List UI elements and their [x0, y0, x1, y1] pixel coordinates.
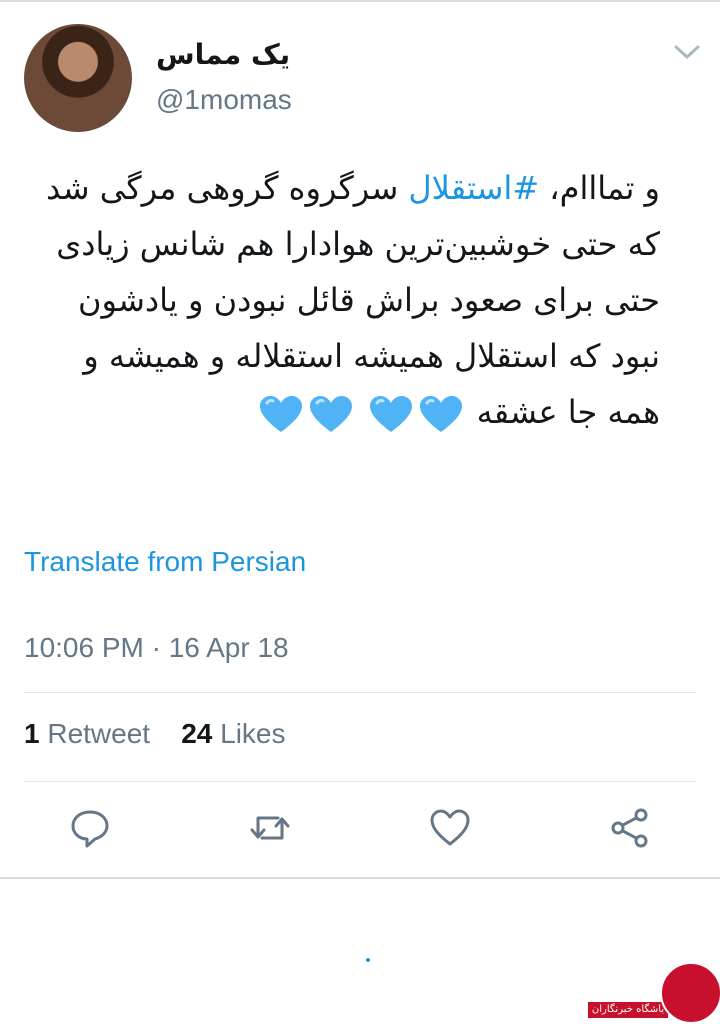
like-icon[interactable] — [428, 806, 472, 850]
display-name[interactable]: یک مماس — [156, 38, 290, 71]
retweet-count: 1 — [24, 718, 40, 749]
likes-count: 24 — [181, 718, 213, 749]
blue-heart-icon — [260, 396, 303, 432]
blue-heart-icon — [310, 396, 353, 432]
retweet-label: Retweet — [47, 718, 151, 749]
watermark-label: باشگاه خبرنگاران — [588, 1002, 668, 1018]
retweet-icon[interactable] — [248, 806, 292, 850]
likes-stat[interactable]: 24 Likes — [181, 718, 285, 749]
tweet-text: و تمااام، #استقلال سرگروه گروهی مرگی شد … — [24, 160, 660, 440]
translate-link[interactable]: Translate from Persian — [24, 546, 306, 578]
tweet-text-prefix: و تمااام، — [539, 169, 660, 207]
tweet-text-body: سرگروه گروهی مرگی شد که حتی خوشبین‌ترین … — [45, 169, 660, 431]
blue-heart-icon — [370, 396, 413, 432]
reply-icon[interactable] — [68, 806, 112, 850]
chevron-down-icon[interactable] — [672, 40, 702, 64]
likes-label: Likes — [220, 718, 286, 749]
divider — [24, 692, 696, 693]
share-icon[interactable] — [608, 806, 652, 850]
loading-dot — [366, 958, 370, 962]
blue-heart-icon — [420, 396, 463, 432]
tweet-stats: 1 Retweet 24 Likes — [24, 718, 286, 750]
top-border — [0, 0, 720, 2]
watermark-logo-icon — [660, 962, 720, 1024]
user-handle[interactable]: @1momas — [156, 84, 292, 116]
retweet-stat[interactable]: 1 Retweet — [24, 718, 150, 749]
divider — [24, 781, 696, 782]
tweet-timestamp[interactable]: 10:06 PM · 16 Apr 18 — [24, 632, 289, 664]
bottom-border — [0, 877, 720, 879]
tweet-actions-bar — [0, 806, 720, 856]
avatar[interactable] — [24, 24, 132, 132]
hashtag-link[interactable]: #استقلال — [408, 169, 539, 207]
